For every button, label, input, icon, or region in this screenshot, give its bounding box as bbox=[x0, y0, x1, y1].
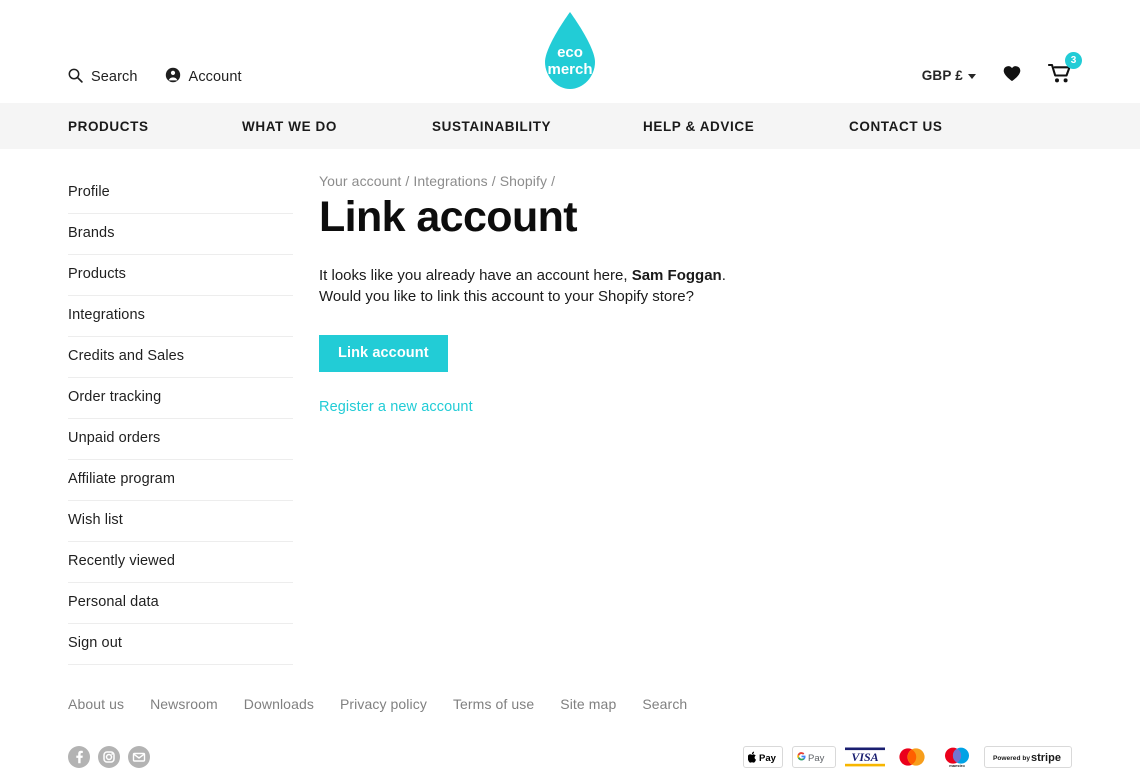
sidebar-item-profile[interactable]: Profile bbox=[68, 173, 293, 214]
intro-text-line2: Would you like to link this account to y… bbox=[319, 287, 694, 305]
nav-item-what-we-do[interactable]: WHAT WE DO bbox=[242, 119, 432, 134]
account-sidebar: Profile Brands Products Integrations Cre… bbox=[68, 173, 293, 665]
sidebar-item-affiliate-program[interactable]: Affiliate program bbox=[68, 460, 293, 501]
intro-user-name: Sam Foggan bbox=[631, 267, 722, 285]
footer-link-privacy-policy[interactable]: Privacy policy bbox=[340, 696, 427, 712]
sidebar-item-wish-list[interactable]: Wish list bbox=[68, 501, 293, 542]
breadcrumb: Your account / Integrations / Shopify / bbox=[319, 173, 556, 189]
sidebar-item-personal-data[interactable]: Personal data bbox=[68, 583, 293, 624]
intro-text-pre: It looks like you already have an accoun… bbox=[319, 267, 632, 285]
nav-item-sustainability[interactable]: SUSTAINABILITY bbox=[432, 119, 643, 134]
wishlist-button[interactable] bbox=[1003, 65, 1021, 87]
sidebar-item-sign-out[interactable]: Sign out bbox=[68, 624, 293, 665]
main-content: Your account / Integrations / Shopify / … bbox=[293, 173, 726, 665]
visa-label: VISA bbox=[851, 750, 878, 764]
visa-badge: VISA bbox=[845, 746, 885, 768]
apple-pay-label: Pay bbox=[759, 753, 777, 764]
sidebar-item-order-tracking[interactable]: Order tracking bbox=[68, 378, 293, 419]
link-account-button[interactable]: Link account bbox=[319, 334, 448, 373]
main-navigation: PRODUCTS WHAT WE DO SUSTAINABILITY HELP … bbox=[0, 103, 1140, 149]
currency-selector-label: GBP £ bbox=[921, 68, 963, 83]
footer-link-newsroom[interactable]: Newsroom bbox=[150, 696, 218, 712]
footer-link-downloads[interactable]: Downloads bbox=[244, 696, 314, 712]
payment-methods: Pay Pay VISA maestro Powered by stripe bbox=[743, 746, 1072, 768]
stripe-label: stripe bbox=[1031, 752, 1061, 764]
intro-paragraph: It looks like you already have an accoun… bbox=[319, 266, 726, 307]
heart-icon bbox=[1003, 65, 1021, 87]
apple-pay-badge: Pay bbox=[743, 746, 783, 768]
chevron-down-icon bbox=[968, 74, 976, 79]
register-new-account-link[interactable]: Register a new account bbox=[319, 399, 726, 415]
email-icon[interactable] bbox=[128, 746, 150, 768]
utility-left-group: Search Account bbox=[68, 67, 242, 87]
site-footer: About us Newsroom Downloads Privacy poli… bbox=[0, 696, 1140, 784]
maestro-badge: maestro bbox=[939, 746, 975, 768]
account-link-label: Account bbox=[188, 68, 242, 85]
logo-text-merch: merch bbox=[547, 61, 592, 78]
instagram-icon[interactable] bbox=[98, 746, 120, 768]
logo-text-eco: eco bbox=[557, 44, 583, 61]
sidebar-item-unpaid-orders[interactable]: Unpaid orders bbox=[68, 419, 293, 460]
maestro-label: maestro bbox=[949, 763, 965, 768]
cart-count-badge: 3 bbox=[1065, 52, 1082, 69]
sidebar-item-products[interactable]: Products bbox=[68, 255, 293, 296]
footer-links: About us Newsroom Downloads Privacy poli… bbox=[68, 696, 1072, 746]
sidebar-item-credits-and-sales[interactable]: Credits and Sales bbox=[68, 337, 293, 378]
search-link-label: Search bbox=[91, 68, 138, 85]
site-logo[interactable]: eco merch bbox=[538, 8, 602, 96]
sidebar-item-integrations[interactable]: Integrations bbox=[68, 296, 293, 337]
footer-link-site-map[interactable]: Site map bbox=[560, 696, 616, 712]
search-link[interactable]: Search bbox=[68, 68, 138, 87]
nav-item-contact-us[interactable]: CONTACT US bbox=[849, 119, 943, 134]
account-icon bbox=[165, 67, 181, 87]
stripe-badge: Powered by stripe bbox=[984, 746, 1072, 768]
intro-text-post: . bbox=[721, 267, 726, 285]
page-title: Link account bbox=[319, 193, 578, 241]
google-pay-badge: Pay bbox=[792, 746, 836, 768]
search-icon bbox=[68, 68, 83, 87]
nav-item-help-advice[interactable]: HELP & ADVICE bbox=[643, 119, 849, 134]
mastercard-badge bbox=[894, 746, 930, 768]
stripe-powered-label: Powered by bbox=[993, 755, 1030, 762]
sidebar-item-recently-viewed[interactable]: Recently viewed bbox=[68, 542, 293, 583]
sidebar-item-brands[interactable]: Brands bbox=[68, 214, 293, 255]
footer-link-about-us[interactable]: About us bbox=[68, 696, 124, 712]
currency-selector[interactable]: GBP £ bbox=[922, 68, 976, 83]
footer-bottom-row: Pay Pay VISA maestro Powered by stripe bbox=[68, 746, 1072, 784]
utility-bar: Search Account eco merch GBP £ 3 bbox=[0, 0, 1140, 103]
footer-link-search[interactable]: Search bbox=[642, 696, 687, 712]
account-link[interactable]: Account bbox=[165, 67, 242, 87]
google-pay-label: Pay bbox=[808, 753, 825, 764]
utility-right-group: GBP £ 3 bbox=[922, 52, 1082, 89]
cart-button[interactable]: 3 bbox=[1047, 52, 1082, 89]
footer-link-terms-of-use[interactable]: Terms of use bbox=[453, 696, 534, 712]
facebook-icon[interactable] bbox=[68, 746, 90, 768]
nav-item-products[interactable]: PRODUCTS bbox=[68, 119, 242, 134]
social-links bbox=[68, 746, 150, 768]
page-body: Profile Brands Products Integrations Cre… bbox=[0, 149, 1140, 665]
